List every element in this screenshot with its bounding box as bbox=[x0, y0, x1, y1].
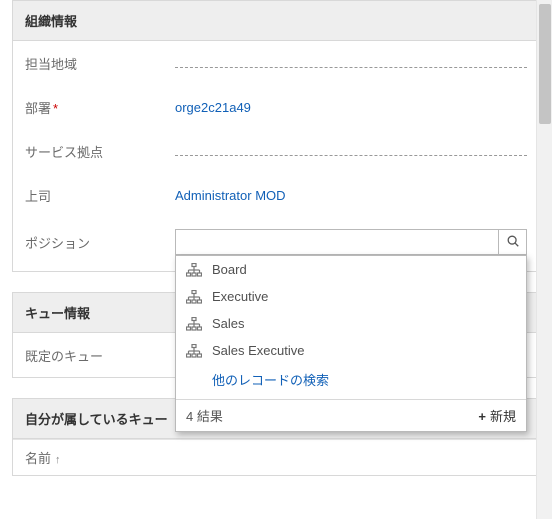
label-region: 担当地域 bbox=[25, 54, 175, 73]
label-dept: 部署* bbox=[25, 98, 175, 117]
dropdown-item[interactable]: Sales bbox=[176, 310, 526, 337]
column-header-name[interactable]: 名前↑ bbox=[13, 439, 539, 475]
dropdown-new-button[interactable]: +新規 bbox=[478, 406, 516, 425]
empty-value-region[interactable] bbox=[175, 67, 527, 68]
position-lookup-search-button[interactable] bbox=[499, 229, 527, 255]
plus-icon: + bbox=[478, 409, 486, 424]
value-dept[interactable]: orge2c21a49 bbox=[175, 100, 527, 115]
sort-asc-icon: ↑ bbox=[55, 454, 61, 466]
row-dept: 部署* orge2c21a49 bbox=[13, 85, 539, 129]
org-chart-icon bbox=[186, 344, 202, 358]
dropdown-result-count: 4 結果 bbox=[186, 406, 223, 425]
row-manager: 上司 Administrator MOD bbox=[13, 173, 539, 217]
dropdown-item[interactable]: Executive bbox=[176, 283, 526, 310]
label-site: サービス拠点 bbox=[25, 142, 175, 161]
vertical-scrollbar[interactable] bbox=[536, 0, 552, 519]
required-mark: * bbox=[53, 101, 58, 116]
empty-value-site[interactable] bbox=[175, 155, 527, 156]
org-chart-icon bbox=[186, 290, 202, 304]
value-manager[interactable]: Administrator MOD bbox=[175, 188, 527, 203]
search-more-records-link[interactable]: 他のレコードの検索 bbox=[212, 373, 329, 388]
label-manager: 上司 bbox=[25, 186, 175, 205]
org-info-section: 組織情報 担当地域 部署* orge2c21a49 サービス拠点 上司 Admi… bbox=[12, 0, 540, 272]
dropdown-item-label: Sales Executive bbox=[212, 343, 305, 358]
row-site: サービス拠点 bbox=[13, 129, 539, 173]
label-position: ポジション bbox=[25, 233, 175, 252]
dropdown-item[interactable]: Board bbox=[176, 256, 526, 283]
row-position: ポジション bbox=[13, 217, 539, 271]
org-info-header: 組織情報 bbox=[13, 1, 539, 41]
dropdown-item[interactable]: Sales Executive bbox=[176, 337, 526, 364]
dropdown-item-label: Board bbox=[212, 262, 247, 277]
scrollbar-thumb[interactable] bbox=[539, 4, 551, 124]
org-chart-icon bbox=[186, 317, 202, 331]
org-chart-icon bbox=[186, 263, 202, 277]
dropdown-item-label: Sales bbox=[212, 316, 245, 331]
row-region: 担当地域 bbox=[13, 41, 539, 85]
position-lookup-dropdown: Board Executive bbox=[175, 255, 527, 432]
search-icon bbox=[506, 234, 520, 251]
label-default-queue: 既定のキュー bbox=[25, 346, 175, 365]
position-lookup-input[interactable] bbox=[175, 229, 499, 255]
dropdown-item-label: Executive bbox=[212, 289, 268, 304]
